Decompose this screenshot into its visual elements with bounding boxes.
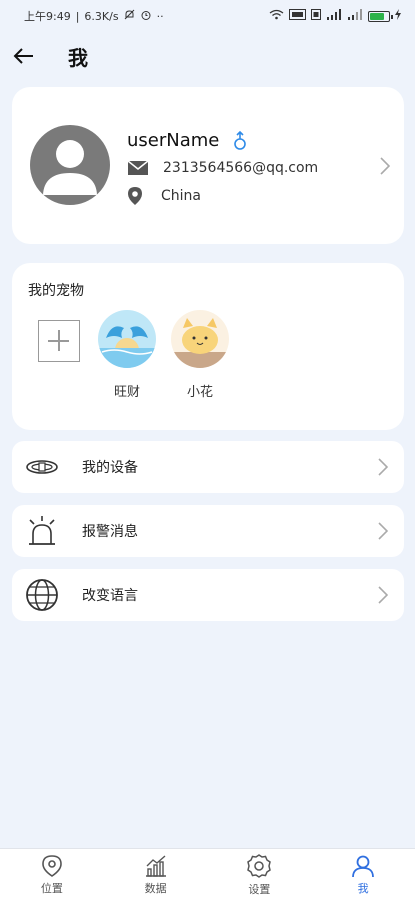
nav-label: 位置 <box>40 881 63 895</box>
signal-icon <box>326 9 342 23</box>
signal-icon <box>347 9 363 23</box>
alarm-clock-icon <box>140 9 152 24</box>
mail-icon <box>127 160 149 175</box>
male-icon <box>233 130 247 156</box>
menu-item-change-language[interactable]: 改变语言 <box>12 569 404 621</box>
header: 我 <box>0 36 415 76</box>
page-title: 我 <box>68 45 88 70</box>
profile-card[interactable]: userName 2313564566@qq.com China <box>12 87 404 244</box>
nav-label: 我 <box>357 881 369 895</box>
cat-avatar <box>171 310 229 368</box>
status-speed: 6.3K/s <box>84 9 119 23</box>
nav-label: 数据 <box>144 881 167 895</box>
bottom-nav: 位置 数据 设置 我 <box>0 848 415 900</box>
menu-item-my-devices[interactable]: 我的设备 <box>12 441 404 493</box>
location-row: China <box>127 186 201 206</box>
menu-label: 报警消息 <box>82 524 138 540</box>
menu-label: 我的设备 <box>82 460 138 476</box>
location-pin-icon <box>128 187 142 205</box>
nav-item-me[interactable]: 我 <box>311 849 415 900</box>
charging-icon <box>395 9 401 23</box>
add-pet-button[interactable] <box>38 320 80 362</box>
globe-icon <box>24 577 60 613</box>
pets-card: 我的宠物 旺财 小花 <box>12 263 404 430</box>
wifi-icon <box>269 9 284 23</box>
user-icon <box>352 855 375 877</box>
email-text: 2313564566@qq.com <box>163 160 319 176</box>
battery-icon <box>368 10 393 22</box>
nav-item-location[interactable]: 位置 <box>0 849 104 900</box>
collar-icon <box>24 449 60 485</box>
alarm-icon <box>24 513 60 549</box>
status-bar: 上午9:49 | 6.3K/s ·· <box>0 0 415 32</box>
mute-icon <box>124 9 135 23</box>
chart-icon <box>145 854 166 877</box>
back-button[interactable] <box>2 36 46 76</box>
email-row: 2313564566@qq.com <box>127 160 318 176</box>
username: userName <box>127 130 220 151</box>
menu-item-alarm-messages[interactable]: 报警消息 <box>12 505 404 557</box>
more-icon: ·· <box>156 9 164 23</box>
battery-level <box>370 12 384 20</box>
chevron-right-icon <box>378 586 388 604</box>
location-icon <box>42 854 62 877</box>
pet-name: 小花 <box>186 385 213 400</box>
chevron-right-icon <box>380 157 390 175</box>
nav-item-settings[interactable]: 设置 <box>208 849 312 900</box>
gear-icon <box>247 853 272 878</box>
nav-item-data[interactable]: 数据 <box>104 849 208 900</box>
chevron-right-icon <box>378 458 388 476</box>
hd-icon <box>311 9 321 23</box>
dolphin-avatar <box>98 310 156 368</box>
chevron-right-icon <box>378 522 388 540</box>
pet-item-xiaohua[interactable]: 小花 <box>170 310 230 400</box>
pet-name: 旺财 <box>113 385 140 400</box>
user-avatar-icon <box>43 140 97 195</box>
nav-label: 设置 <box>248 882 271 896</box>
pets-title: 我的宠物 <box>28 283 84 299</box>
menu-label: 改变语言 <box>82 588 138 604</box>
pet-item-wangcai[interactable]: 旺财 <box>97 310 157 400</box>
status-time: 上午9:49 <box>24 10 71 23</box>
avatar[interactable] <box>30 125 110 205</box>
location-text: China <box>161 188 201 204</box>
vpn-icon <box>289 9 306 23</box>
arrow-left-icon <box>13 48 33 64</box>
